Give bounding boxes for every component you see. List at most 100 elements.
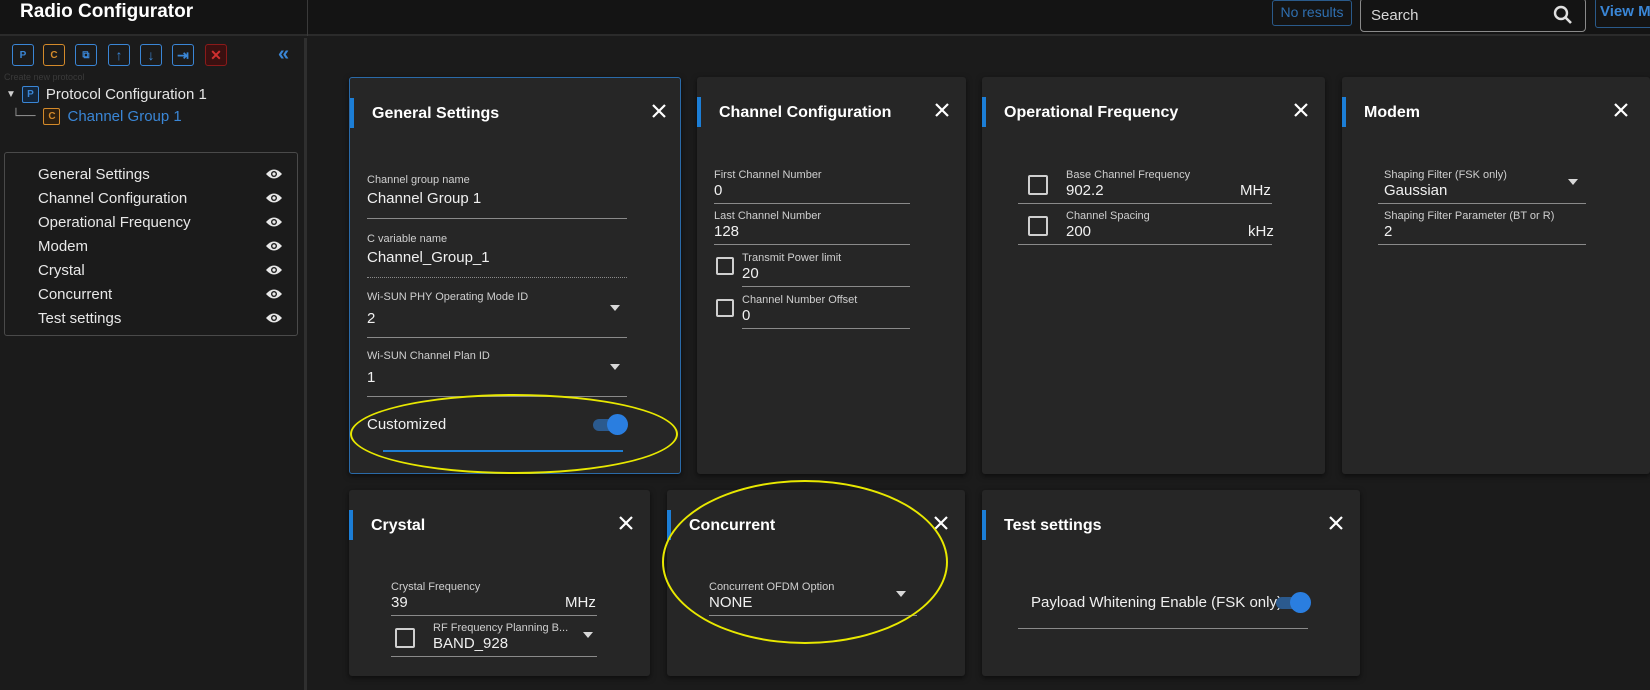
rf-frequency-planning-band-select[interactable]: RF Frequency Planning B... BAND_928 [391, 622, 597, 660]
section-item-modem[interactable]: Modem [38, 238, 283, 262]
crystal-card: Crystal Crystal Frequency 39 MHz RF Freq… [349, 490, 650, 676]
channel-offset-checkbox[interactable] [716, 299, 734, 317]
caret-down-icon[interactable]: ▼ [6, 89, 16, 100]
section-label: Channel Configuration [38, 190, 188, 207]
section-item-crystal[interactable]: Crystal [38, 262, 283, 286]
tree-connector: └── [12, 109, 36, 124]
eye-icon[interactable] [265, 167, 283, 181]
section-label: Crystal [38, 262, 85, 279]
section-visibility-list: General Settings Channel Configuration O… [4, 152, 298, 336]
modem-card: Modem Shaping Filter (FSK only) Gaussian… [1342, 77, 1650, 474]
close-icon[interactable] [1614, 103, 1628, 117]
concurrent-ofdm-select[interactable]: Concurrent OFDM Option NONE [709, 581, 917, 619]
card-title: Concurrent [689, 517, 776, 534]
search-icon[interactable] [1551, 3, 1575, 27]
new-protocol-icon[interactable]: P [12, 44, 34, 66]
phy-operating-mode-select[interactable]: Wi-SUN PHY Operating Mode ID 2 [367, 291, 627, 341]
first-channel-field[interactable]: First Channel Number 0 [714, 169, 910, 207]
view-more-button[interactable]: View Ma [1595, 0, 1650, 28]
card-accent [667, 510, 671, 540]
eye-icon[interactable] [265, 191, 283, 205]
tx-power-checkbox[interactable] [716, 257, 734, 275]
tx-power-field[interactable]: Transmit Power limit 20 [742, 252, 910, 290]
card-accent [350, 98, 354, 128]
card-title: Channel Configuration [719, 104, 892, 121]
section-item-general-settings[interactable]: General Settings [38, 166, 283, 190]
payload-whitening-toggle[interactable] [1276, 592, 1311, 613]
payload-whitening-row: Payload Whitening Enable (FSK only) [1018, 592, 1311, 634]
section-label: General Settings [38, 166, 150, 183]
shaping-filter-select[interactable]: Shaping Filter (FSK only) Gaussian [1378, 169, 1586, 207]
tree-item-channel-group[interactable]: └── C Channel Group 1 [12, 108, 182, 125]
arrow-up-icon[interactable]: ↑ [108, 44, 130, 66]
copy-icon[interactable]: ⧉ [75, 44, 97, 66]
card-accent [982, 510, 986, 540]
tree-item-label: Protocol Configuration 1 [45, 86, 207, 103]
operational-frequency-card: Operational Frequency Base Channel Frequ… [982, 77, 1325, 474]
channel-plan-select[interactable]: Wi-SUN Channel Plan ID 1 [367, 350, 627, 400]
card-accent [349, 510, 353, 540]
section-label: Concurrent [38, 286, 113, 303]
eye-icon[interactable] [265, 239, 283, 253]
channel-group-name-field[interactable]: Channel group name Channel Group 1 [367, 174, 627, 222]
close-icon[interactable] [1329, 516, 1343, 530]
tooltip: Create new protocol [4, 72, 85, 82]
chevron-down-icon[interactable] [610, 364, 620, 370]
chevron-down-icon[interactable] [583, 632, 593, 638]
eye-icon[interactable] [265, 311, 283, 325]
card-accent [697, 97, 701, 127]
shaping-filter-parameter-field[interactable]: Shaping Filter Parameter (BT or R) 2 [1378, 210, 1586, 248]
card-title: Test settings [1004, 517, 1102, 534]
section-item-operational-frequency[interactable]: Operational Frequency [38, 214, 283, 238]
last-channel-field[interactable]: Last Channel Number 128 [714, 210, 910, 248]
chevron-down-icon[interactable] [896, 591, 906, 597]
search-box[interactable] [1360, 0, 1586, 32]
import-icon[interactable]: ⇥ [172, 44, 194, 66]
section-item-concurrent[interactable]: Concurrent [38, 286, 283, 310]
section-item-test-settings[interactable]: Test settings [38, 310, 283, 334]
delete-icon[interactable]: ✕ [205, 44, 227, 66]
chevron-down-icon[interactable] [1568, 179, 1578, 185]
chevron-down-icon[interactable] [610, 305, 620, 311]
channel-configuration-card: Channel Configuration First Channel Numb… [697, 77, 966, 474]
section-item-channel-configuration[interactable]: Channel Configuration [38, 190, 283, 214]
general-settings-card: General Settings Channel group name Chan… [349, 77, 681, 474]
eye-icon[interactable] [265, 287, 283, 301]
channel-offset-field[interactable]: Channel Number Offset 0 [742, 294, 910, 332]
tree-item-protocol[interactable]: ▼ P Protocol Configuration 1 [6, 86, 207, 103]
channel-spacing-field[interactable]: Channel Spacing 200 kHz [1018, 210, 1274, 248]
card-title: Modem [1364, 104, 1420, 121]
section-label: Operational Frequency [38, 214, 191, 231]
sidebar: P C ⧉ ↑ ↓ ⇥ ✕ « Create new protocol ▼ P … [0, 38, 307, 690]
close-icon[interactable] [1294, 103, 1308, 117]
card-title: General Settings [372, 105, 500, 122]
no-results-badge: No results [1272, 0, 1352, 26]
concurrent-card: Concurrent Concurrent OFDM Option NONE [667, 490, 965, 676]
card-accent [1342, 97, 1346, 127]
crystal-frequency-field[interactable]: Crystal Frequency 39 MHz [391, 581, 597, 619]
divider [307, 0, 308, 36]
close-icon[interactable] [619, 516, 633, 530]
eye-icon[interactable] [265, 263, 283, 277]
section-label: Test settings [38, 310, 122, 327]
base-frequency-field[interactable]: Base Channel Frequency 902.2 MHz [1018, 169, 1272, 207]
arrow-down-icon[interactable]: ↓ [140, 44, 162, 66]
new-channel-group-icon[interactable]: C [43, 44, 65, 66]
card-title: Crystal [371, 517, 426, 534]
protocol-badge-icon: P [21, 86, 39, 103]
c-variable-name-field[interactable]: C variable name Channel_Group_1 [367, 233, 627, 281]
card-accent [982, 97, 986, 127]
top-bar: Radio Configurator No results View Ma [0, 0, 1650, 36]
app-title: Radio Configurator [20, 1, 194, 22]
close-icon[interactable] [935, 103, 949, 117]
search-input[interactable] [1371, 5, 1541, 25]
close-icon[interactable] [652, 104, 666, 118]
card-title: Operational Frequency [1004, 104, 1179, 121]
customized-toggle[interactable] [593, 414, 628, 435]
collapse-sidebar-icon[interactable]: « [278, 43, 289, 66]
close-icon[interactable] [934, 516, 948, 530]
eye-icon[interactable] [265, 215, 283, 229]
channel-group-badge-icon: C [43, 108, 61, 125]
test-settings-card: Test settings Payload Whitening Enable (… [982, 490, 1360, 676]
customized-toggle-row: Customized [367, 414, 628, 456]
